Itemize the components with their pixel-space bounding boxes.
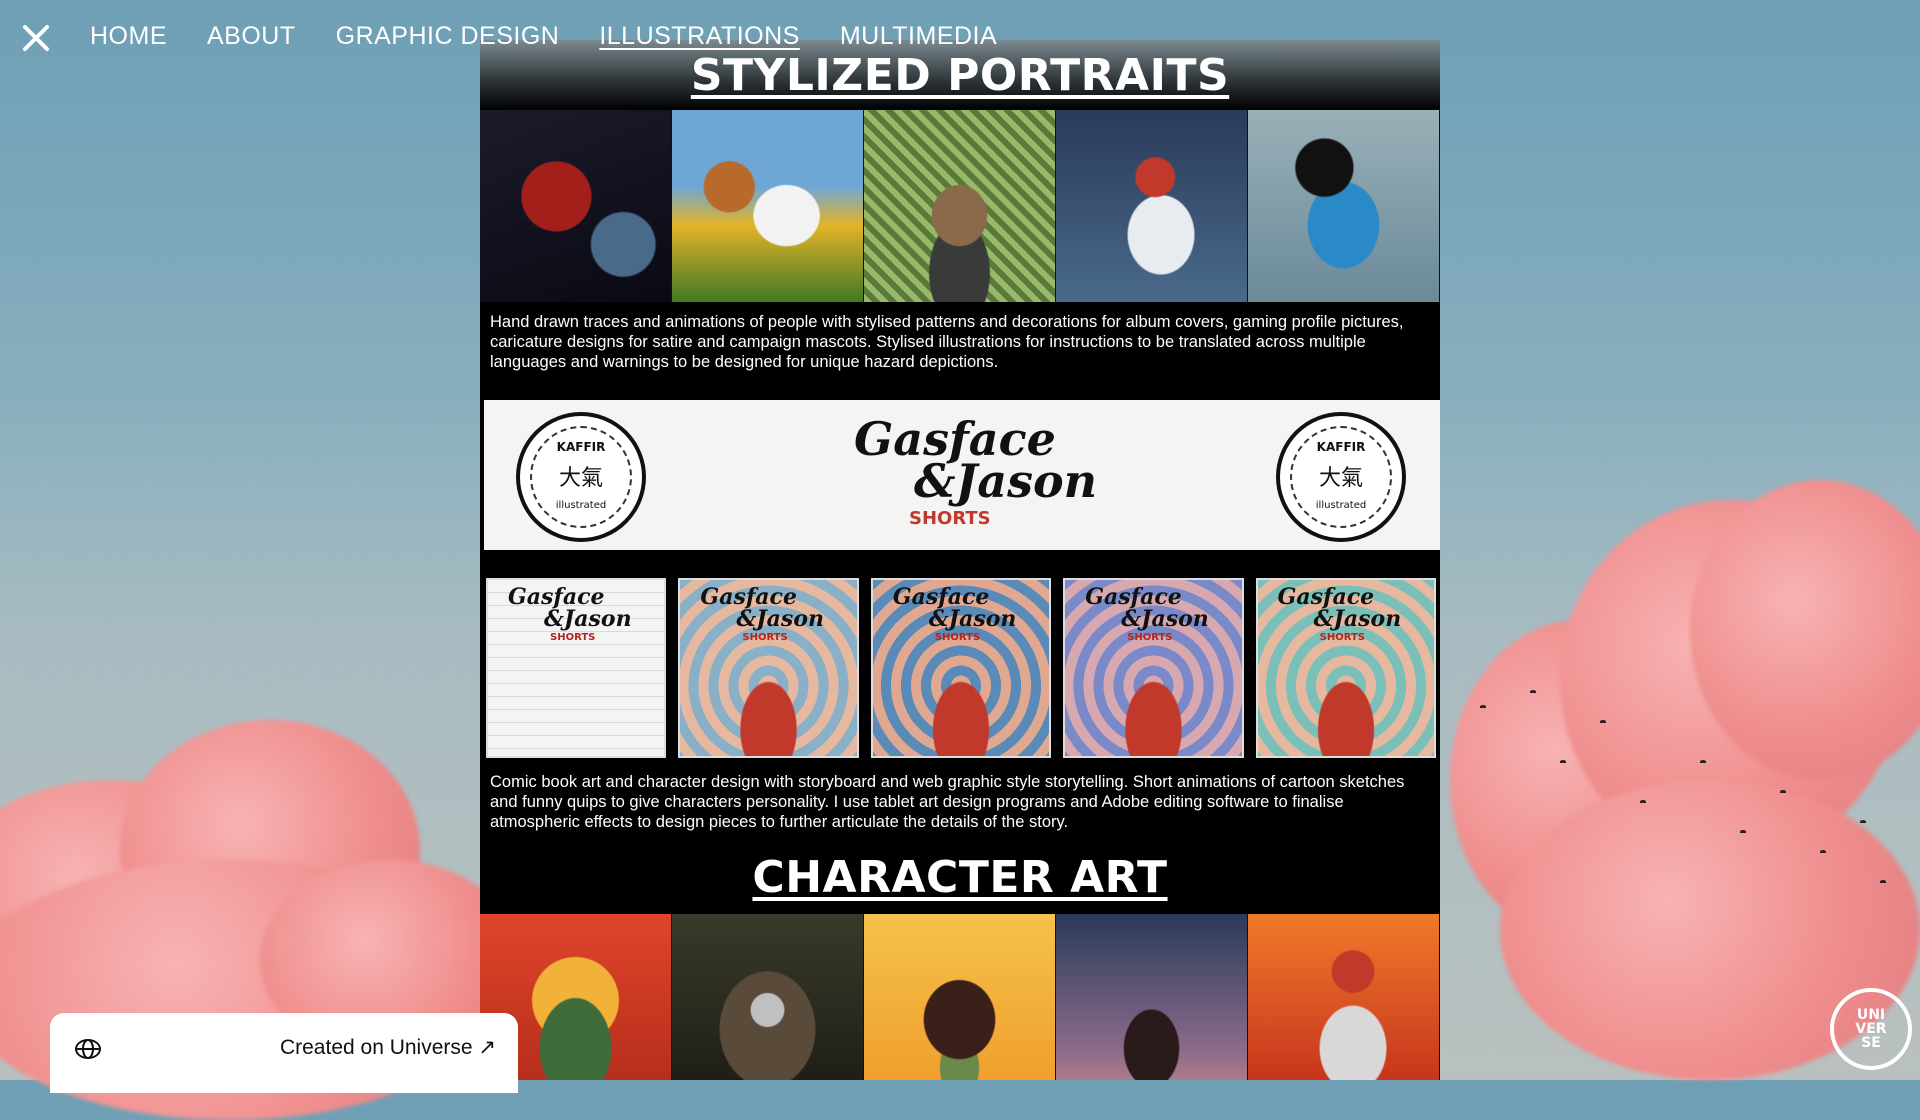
nav-graphic-design[interactable]: GRAPHIC DESIGN [336, 22, 560, 51]
portrait-image-dog[interactable] [672, 110, 864, 302]
nav-illustrations[interactable]: ILLUSTRATIONS [599, 22, 800, 51]
comic-thumb-3[interactable]: Gasface &Jason SHORTS [870, 578, 1052, 758]
content-column: STYLIZED PORTRAITS Hand drawn traces and… [480, 40, 1440, 1080]
globe-icon [75, 1039, 101, 1059]
nav-links: HOME ABOUT GRAPHIC DESIGN ILLUSTRATIONS … [90, 22, 997, 51]
close-button[interactable] [18, 20, 54, 56]
character-image-night[interactable] [1056, 914, 1248, 1080]
created-on-universe-link[interactable]: Created on Universe ↗ [280, 1035, 496, 1060]
portrait-gallery [480, 110, 1440, 302]
section-header-character: CHARACTER ART [480, 840, 1440, 914]
portrait-image-lab[interactable] [1056, 110, 1248, 302]
character-image-dreads[interactable] [864, 914, 1056, 1080]
kaffir-seal-right: KAFFIR 大氣 illustrated [1276, 412, 1406, 542]
comic-thumb-5[interactable]: Gasface &Jason SHORTS [1255, 578, 1437, 758]
nav-home[interactable]: HOME [90, 22, 167, 51]
comic-thumb-lineup[interactable]: Gasface &Jason SHORTS [486, 578, 667, 758]
comic-gallery: Gasface &Jason SHORTS Gasface &Jason SHO… [480, 570, 1440, 762]
comics-description: Comic book art and character design with… [480, 762, 1440, 840]
created-on-universe-badge[interactable]: Created on Universe ↗ [50, 1013, 518, 1093]
universe-logo-text: UNI VER SE [1855, 1007, 1887, 1051]
top-navigation: HOME ABOUT GRAPHIC DESIGN ILLUSTRATIONS … [0, 0, 1000, 78]
comic-thumb-2[interactable]: Gasface &Jason SHORTS [678, 578, 859, 758]
portraits-description: Hand drawn traces and animations of peop… [480, 302, 1440, 380]
section-title-character: CHARACTER ART [752, 851, 1168, 903]
kaffir-seal-left: KAFFIR 大氣 illustrated [516, 412, 646, 542]
banner-title: Gasface &Jason [854, 412, 1098, 508]
character-image-tunnel[interactable] [672, 914, 864, 1080]
portrait-image-devil[interactable] [480, 110, 672, 302]
universe-logo[interactable]: UNI VER SE [1830, 988, 1912, 1070]
portrait-image-blue[interactable] [1248, 110, 1440, 302]
banner-subtitle: SHORTS [909, 508, 991, 529]
close-icon [23, 25, 49, 51]
nav-about[interactable]: ABOUT [207, 22, 296, 51]
comic-thumb-4[interactable]: Gasface &Jason SHORTS [1063, 578, 1244, 758]
character-image-pod[interactable] [1248, 914, 1440, 1080]
character-gallery [480, 914, 1440, 1080]
nav-multimedia[interactable]: MULTIMEDIA [840, 22, 997, 51]
portrait-image-cap[interactable] [864, 110, 1056, 302]
gasface-jason-banner: KAFFIR 大氣 illustrated Gasface &Jason SHO… [484, 400, 1440, 550]
